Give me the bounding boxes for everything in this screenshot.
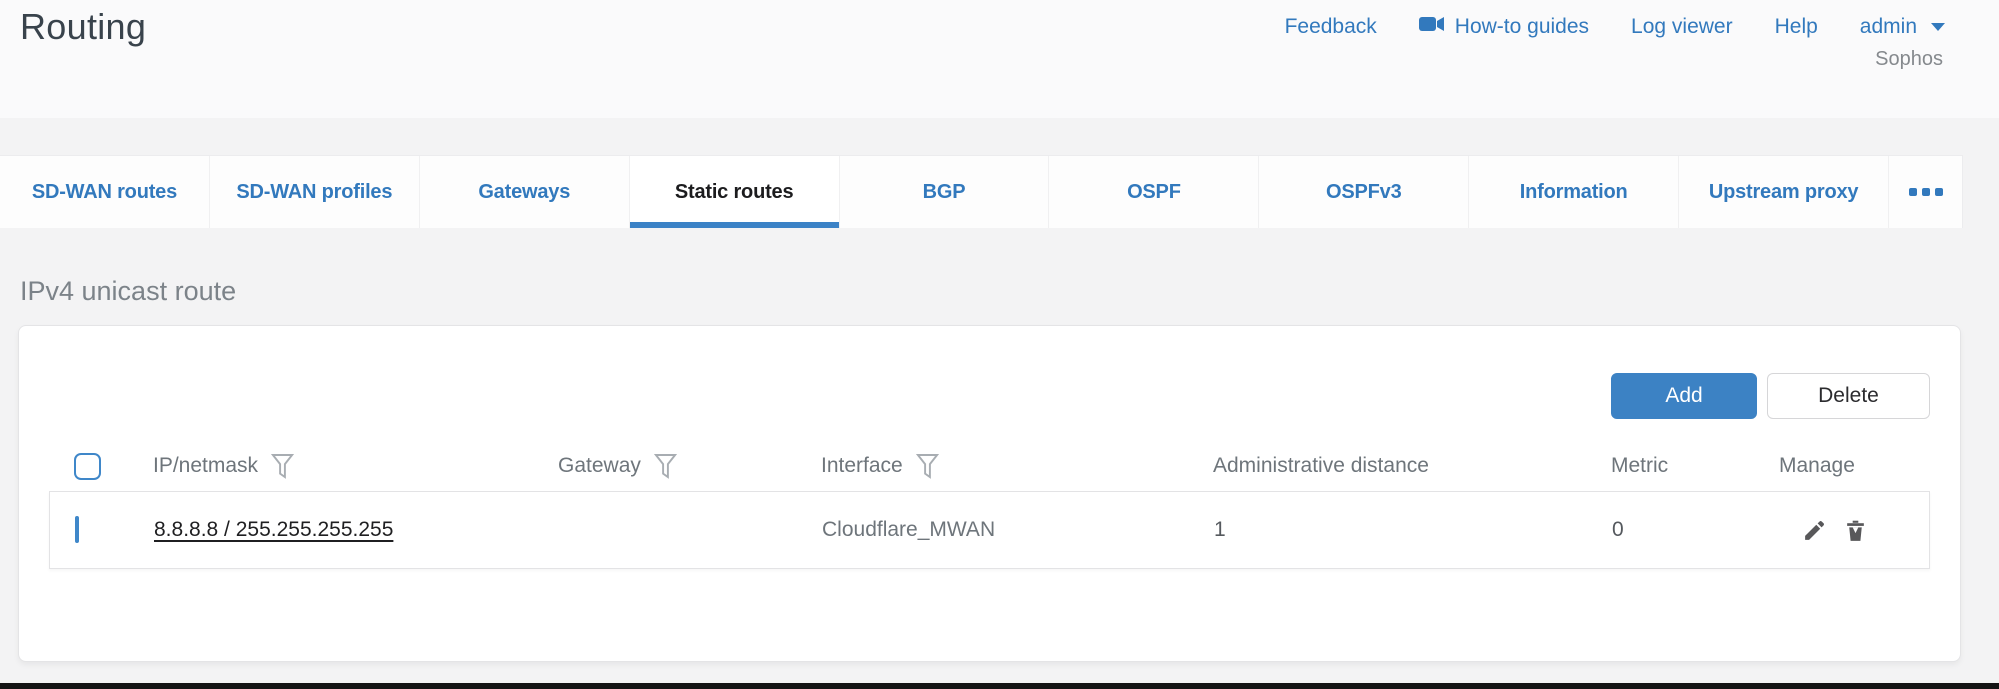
ellipsis-icon [1909,188,1917,196]
help-link[interactable]: Help [1775,15,1818,39]
row-metric-cell: 0 [1612,518,1780,542]
header-gateway-label: Gateway [558,454,641,478]
pencil-icon[interactable] [1802,518,1827,543]
table-row: 8.8.8.8 / 255.255.255.255 Cloudflare_MWA… [49,491,1930,569]
filter-icon[interactable] [271,453,294,480]
tab-sdwan-routes[interactable]: SD-WAN routes [0,156,210,228]
route-ip-link[interactable]: 8.8.8.8 / 255.255.255.255 [154,518,393,541]
top-nav: Feedback How-to guides Log viewer Help a… [1285,15,1945,39]
header-gateway: Gateway [558,453,821,480]
tab-gateways[interactable]: Gateways [420,156,630,228]
video-camera-icon [1419,15,1445,39]
table-header-row: IP/netmask Gateway Interface Administrat… [49,441,1930,491]
howto-guides-link[interactable]: How-to guides [1419,15,1589,39]
row-ip-cell: 8.8.8.8 / 255.255.255.255 [154,518,559,542]
select-all-checkbox[interactable] [74,453,101,480]
row-checkbox[interactable] [75,516,79,543]
header-interface-label: Interface [821,454,903,478]
log-viewer-label: Log viewer [1631,15,1733,39]
tab-ospfv3[interactable]: OSPFv3 [1259,156,1469,228]
howto-guides-label: How-to guides [1455,15,1589,39]
header-admin-distance-label: Administrative distance [1213,454,1429,478]
row-manage-cell [1780,518,1929,543]
row-admin-distance-cell: 1 [1214,518,1612,542]
user-menu[interactable]: admin [1860,15,1945,39]
filter-icon[interactable] [654,453,677,480]
header-manage-label: Manage [1779,454,1855,478]
header-metric: Metric [1611,454,1779,478]
section-heading: IPv4 unicast route [20,276,236,307]
brand-label: Sophos [1875,48,1943,71]
page-title: Routing [20,6,146,48]
header-admin-distance: Administrative distance [1213,454,1611,478]
tab-static-routes[interactable]: Static routes [630,156,840,228]
trash-icon[interactable] [1843,518,1868,543]
row-select-cell [50,518,154,542]
feedback-link[interactable]: Feedback [1285,15,1377,39]
page-header: Routing Feedback How-to guides Log viewe… [0,0,1999,118]
table-actions: Add Delete [1611,373,1930,419]
header-select-cell [49,453,153,480]
bottom-edge-bar [0,683,1999,689]
tab-overflow-button[interactable] [1889,156,1962,228]
header-ip-label: IP/netmask [153,454,258,478]
header-ip-netmask: IP/netmask [153,453,558,480]
header-manage: Manage [1779,454,1930,478]
tab-ospf[interactable]: OSPF [1049,156,1259,228]
tab-upstream-proxy[interactable]: Upstream proxy [1679,156,1889,228]
chevron-down-icon [1931,23,1945,31]
tab-bar: SD-WAN routes SD-WAN profiles Gateways S… [0,155,1963,228]
add-button[interactable]: Add [1611,373,1757,419]
log-viewer-link[interactable]: Log viewer [1631,15,1733,39]
help-label: Help [1775,15,1818,39]
header-interface: Interface [821,453,1213,480]
header-metric-label: Metric [1611,454,1668,478]
tab-information[interactable]: Information [1469,156,1679,228]
user-menu-label: admin [1860,15,1917,39]
tab-bgp[interactable]: BGP [840,156,1050,228]
tab-sdwan-profiles[interactable]: SD-WAN profiles [210,156,420,228]
row-interface-cell: Cloudflare_MWAN [822,518,1214,542]
routes-panel: Add Delete IP/netmask Gateway Interface … [18,325,1961,662]
feedback-label: Feedback [1285,15,1377,39]
filter-icon[interactable] [916,453,939,480]
delete-button[interactable]: Delete [1767,373,1930,419]
